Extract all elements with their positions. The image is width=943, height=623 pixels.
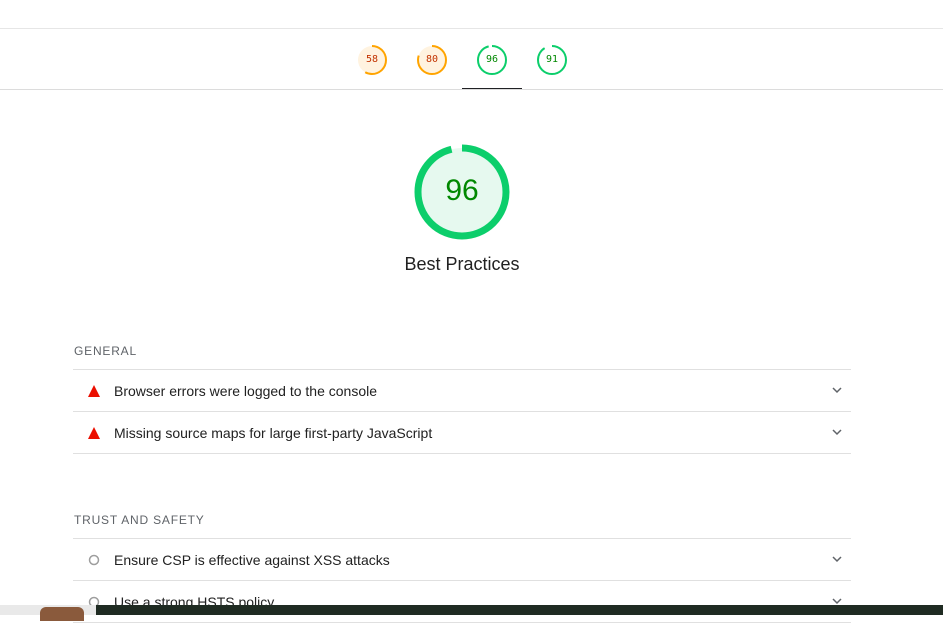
group-title-general: GENERAL — [74, 344, 137, 358]
chevron-down-icon[interactable] — [831, 553, 843, 565]
score-tab-performance[interactable]: 58 — [356, 44, 388, 76]
group-title-trust-and-safety: TRUST AND SAFETY — [74, 513, 205, 527]
audit-title: Ensure CSP is effective against XSS atta… — [114, 552, 390, 568]
category-title: Best Practices — [404, 254, 520, 274]
audit-row[interactable]: Ensure CSP is effective against XSS atta… — [73, 538, 851, 580]
chevron-down-icon[interactable] — [831, 384, 843, 396]
score-tab-accessibility[interactable]: 80 — [416, 44, 448, 76]
audit-title: Missing source maps for large first-part… — [114, 425, 433, 441]
fail-triangle-icon — [88, 427, 100, 439]
score-value: 80 — [425, 54, 439, 65]
audit-list-general: Browser errors were logged to the consol… — [73, 369, 851, 454]
category-score-gauge: 96 — [412, 142, 512, 242]
chevron-down-icon[interactable] — [831, 426, 843, 438]
audit-row[interactable]: Use a strong HSTS policy — [73, 580, 851, 623]
info-circle-icon — [88, 554, 100, 566]
score-bar-divider — [0, 89, 943, 90]
score-tab-seo[interactable]: 91 — [536, 44, 568, 76]
score-tab-best-practices[interactable]: 96 — [476, 44, 508, 76]
score-value: 58 — [365, 54, 379, 65]
score-gauge-tabs: 58 80 96 91 — [0, 29, 943, 90]
category-score-value: 96 — [445, 174, 479, 207]
score-value: 91 — [545, 54, 559, 65]
audit-title: Browser errors were logged to the consol… — [114, 383, 378, 399]
audit-row[interactable]: Browser errors were logged to the consol… — [73, 369, 851, 411]
score-value: 96 — [485, 54, 499, 65]
audit-row[interactable]: Missing source maps for large first-part… — [73, 411, 851, 454]
os-taskbar — [0, 605, 943, 621]
fail-triangle-icon — [88, 385, 100, 397]
taskbar-app-icon[interactable] — [40, 607, 84, 621]
